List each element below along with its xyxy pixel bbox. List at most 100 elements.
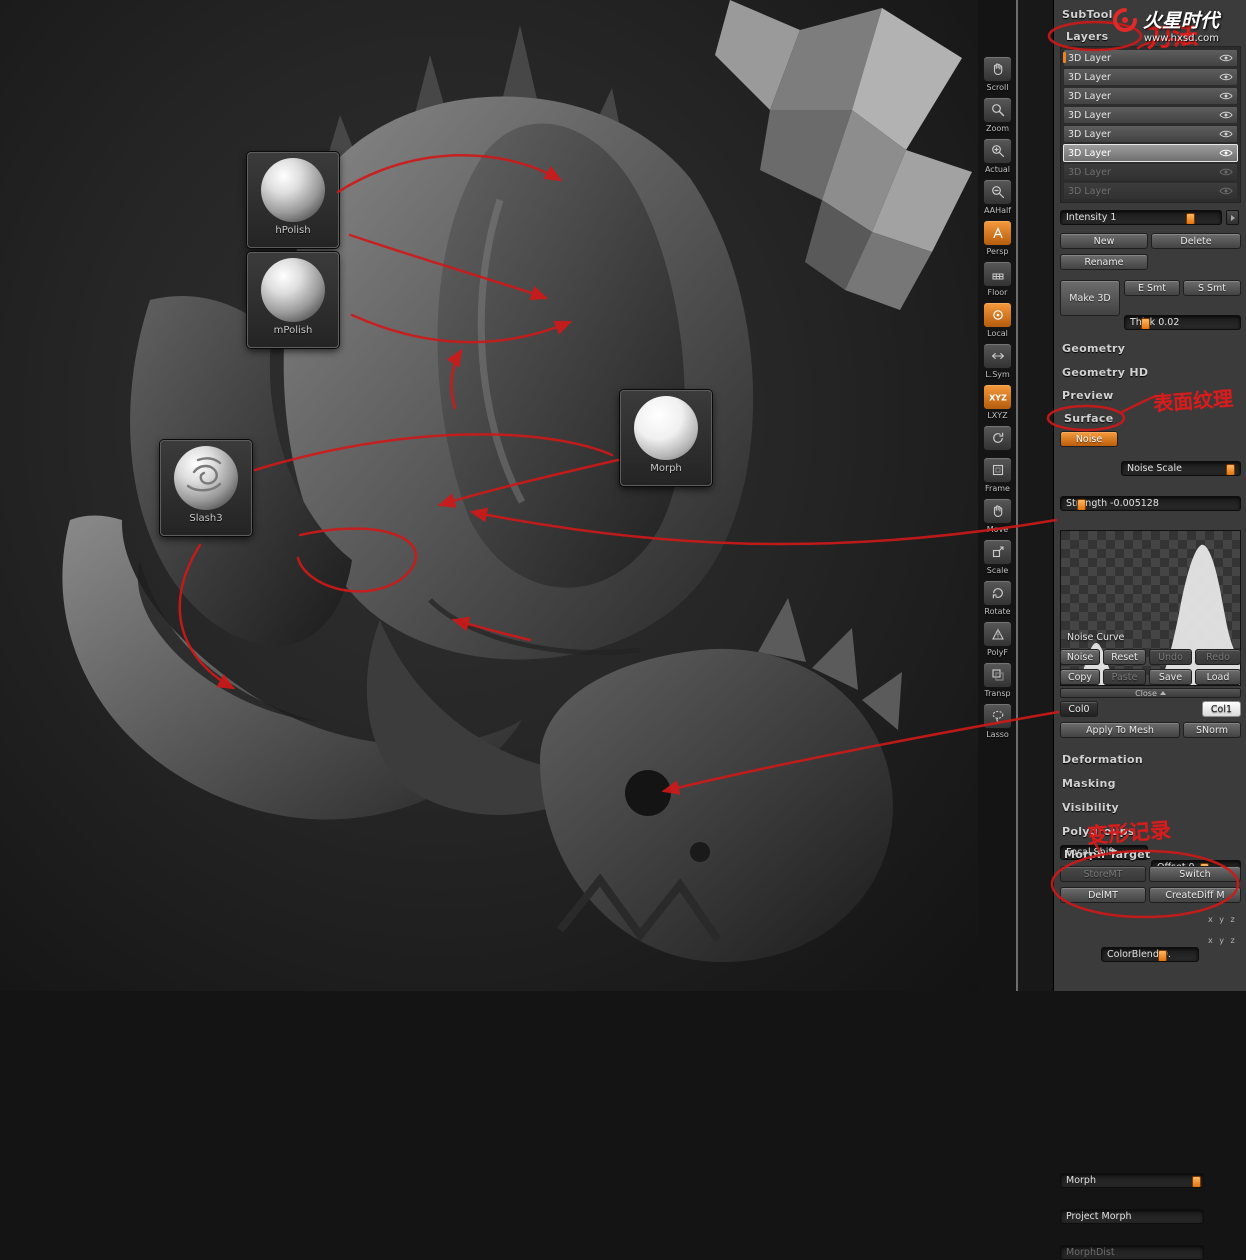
morph-xyz-toggles[interactable]: x y z <box>1208 915 1237 924</box>
slider-knob[interactable] <box>1185 213 1195 224</box>
close-bar[interactable]: Close <box>1060 688 1241 698</box>
magnifier-icon <box>983 179 1012 205</box>
noise-toggle-button[interactable]: Noise <box>1060 431 1118 447</box>
magnifier-icon <box>983 97 1012 123</box>
layer-row[interactable]: 3D Layer <box>1063 49 1238 67</box>
redo-button[interactable]: Redo <box>1195 649 1241 665</box>
brush-thumb-morph[interactable]: Morph <box>620 390 712 486</box>
tool-persp[interactable]: Persp <box>983 220 1012 256</box>
intensity-stepper-button[interactable] <box>1226 210 1239 225</box>
tool-aahalf[interactable]: AAHalf <box>983 179 1012 215</box>
geometry-header[interactable]: Geometry <box>1062 342 1125 355</box>
eye-icon[interactable] <box>1219 129 1233 139</box>
save-button[interactable]: Save <box>1149 669 1192 685</box>
intensity-slider[interactable]: Intensity 1 <box>1060 210 1222 225</box>
slider-knob[interactable] <box>1157 950 1167 961</box>
tool-frame[interactable]: Frame <box>983 457 1012 493</box>
tool-polyf[interactable]: PolyF <box>983 621 1012 657</box>
strength-slider[interactable]: Strength -0.005128 <box>1060 496 1241 511</box>
slider-knob[interactable] <box>1077 499 1087 510</box>
scale-icon <box>983 539 1012 565</box>
project-morph-xyz-toggles[interactable]: x y z <box>1208 936 1237 945</box>
tool-actual[interactable]: Actual <box>983 138 1012 174</box>
canvas-edge-divider[interactable] <box>1016 0 1018 991</box>
eye-icon[interactable] <box>1219 91 1233 101</box>
eye-icon[interactable] <box>1219 148 1233 158</box>
noise-scale-slider[interactable]: Noise Scale <box>1121 461 1241 476</box>
tool-lasso[interactable]: Lasso <box>983 703 1012 739</box>
geometry-hd-header[interactable]: Geometry HD <box>1062 366 1148 379</box>
tool-scale[interactable]: Scale <box>983 539 1012 575</box>
delmt-button[interactable]: DelMT <box>1060 887 1146 903</box>
eye-icon[interactable] <box>1219 53 1233 63</box>
colorblend-slider[interactable]: ColorBlend 0. <box>1101 947 1199 962</box>
panel-gutter <box>1018 0 1053 991</box>
layers-header[interactable]: Layers <box>1066 30 1109 43</box>
brush-thumb-mpolish[interactable]: mPolish <box>247 252 339 348</box>
eye-icon[interactable] <box>1219 167 1233 177</box>
eye-icon[interactable] <box>1219 72 1233 82</box>
morph-target-header[interactable]: Morph Target <box>1064 848 1151 861</box>
storemt-button[interactable]: StoreMT <box>1060 866 1146 882</box>
noise-button[interactable]: Noise <box>1060 649 1100 665</box>
slider-knob[interactable] <box>1141 318 1151 329</box>
viewport-canvas[interactable]: hPolish mPolish Slash3 Morph <box>0 0 978 991</box>
surface-header[interactable]: Surface <box>1064 412 1113 425</box>
tool-lsym[interactable]: L.Sym <box>983 343 1012 379</box>
slider-knob[interactable] <box>1225 464 1235 475</box>
switch-button[interactable]: Switch <box>1149 866 1241 882</box>
tool-floor[interactable]: Floor <box>983 261 1012 297</box>
make-3d-button[interactable]: Make 3D <box>1060 280 1120 316</box>
brush-label: Slash3 <box>189 513 223 524</box>
layer-row[interactable]: 3D Layer <box>1063 68 1238 86</box>
layer-delete-button[interactable]: Delete <box>1151 233 1241 249</box>
layer-row[interactable]: 3D Layer <box>1063 163 1238 181</box>
layer-row[interactable]: 3D Layer <box>1063 87 1238 105</box>
brush-sphere-icon <box>174 446 238 510</box>
e-smt-button[interactable]: E Smt <box>1124 280 1180 296</box>
subtool-header[interactable]: SubTool <box>1062 8 1113 21</box>
lasso-icon <box>983 703 1012 729</box>
thick-slider[interactable]: Thick 0.02 <box>1124 315 1241 330</box>
layer-new-button[interactable]: New <box>1060 233 1148 249</box>
paste-button[interactable]: Paste <box>1103 669 1146 685</box>
eye-icon[interactable] <box>1219 110 1233 120</box>
brush-label: hPolish <box>275 225 311 236</box>
deformation-header[interactable]: Deformation <box>1062 753 1143 766</box>
brush-thumb-slash3[interactable]: Slash3 <box>160 440 252 536</box>
eye-icon[interactable] <box>1219 186 1233 196</box>
tool-local[interactable]: Local <box>983 302 1012 338</box>
undo-button[interactable]: Undo <box>1149 649 1192 665</box>
tool-lxyz[interactable]: XYZ LXYZ <box>983 384 1012 420</box>
preview-header[interactable]: Preview <box>1062 389 1114 402</box>
layer-row-selected[interactable]: 3D Layer <box>1063 144 1238 162</box>
layer-row[interactable]: 3D Layer <box>1063 106 1238 124</box>
morph-slider[interactable]: Morph <box>1060 1173 1204 1188</box>
brush-thumb-hpolish[interactable]: hPolish <box>247 152 339 248</box>
visibility-header[interactable]: Visibility <box>1062 801 1119 814</box>
col0-swatch-button[interactable]: Col0 <box>1060 701 1098 717</box>
copy-button[interactable]: Copy <box>1060 669 1100 685</box>
apply-to-mesh-button[interactable]: Apply To Mesh <box>1060 722 1180 738</box>
tool-zoom[interactable]: Zoom <box>983 97 1012 133</box>
creatediff-button[interactable]: CreateDiff M <box>1149 887 1241 903</box>
s-smt-button[interactable]: S Smt <box>1183 280 1241 296</box>
project-morph-slider[interactable]: Project Morph <box>1060 1209 1204 1224</box>
slider-knob[interactable] <box>1191 1176 1201 1187</box>
tool-spin[interactable] <box>983 425 1012 452</box>
tool-rotate[interactable]: Rotate <box>983 580 1012 616</box>
masking-header[interactable]: Masking <box>1062 777 1116 790</box>
snorm-button[interactable]: SNorm <box>1183 722 1241 738</box>
hand-scroll-icon <box>983 56 1012 82</box>
tool-move[interactable]: Move <box>983 498 1012 534</box>
layer-row[interactable]: 3D Layer <box>1063 125 1238 143</box>
reset-button[interactable]: Reset <box>1103 649 1146 665</box>
layer-row[interactable]: 3D Layer <box>1063 182 1238 200</box>
tool-transp[interactable]: Transp <box>983 662 1012 698</box>
load-button[interactable]: Load <box>1195 669 1241 685</box>
layer-rename-button[interactable]: Rename <box>1060 254 1148 270</box>
col1-swatch-button[interactable]: Col1 <box>1202 701 1241 717</box>
polygroups-header[interactable]: Polygroups <box>1062 825 1135 838</box>
morphdist-slider[interactable]: MorphDist <box>1060 1245 1204 1260</box>
tool-scroll[interactable]: Scroll <box>983 56 1012 92</box>
